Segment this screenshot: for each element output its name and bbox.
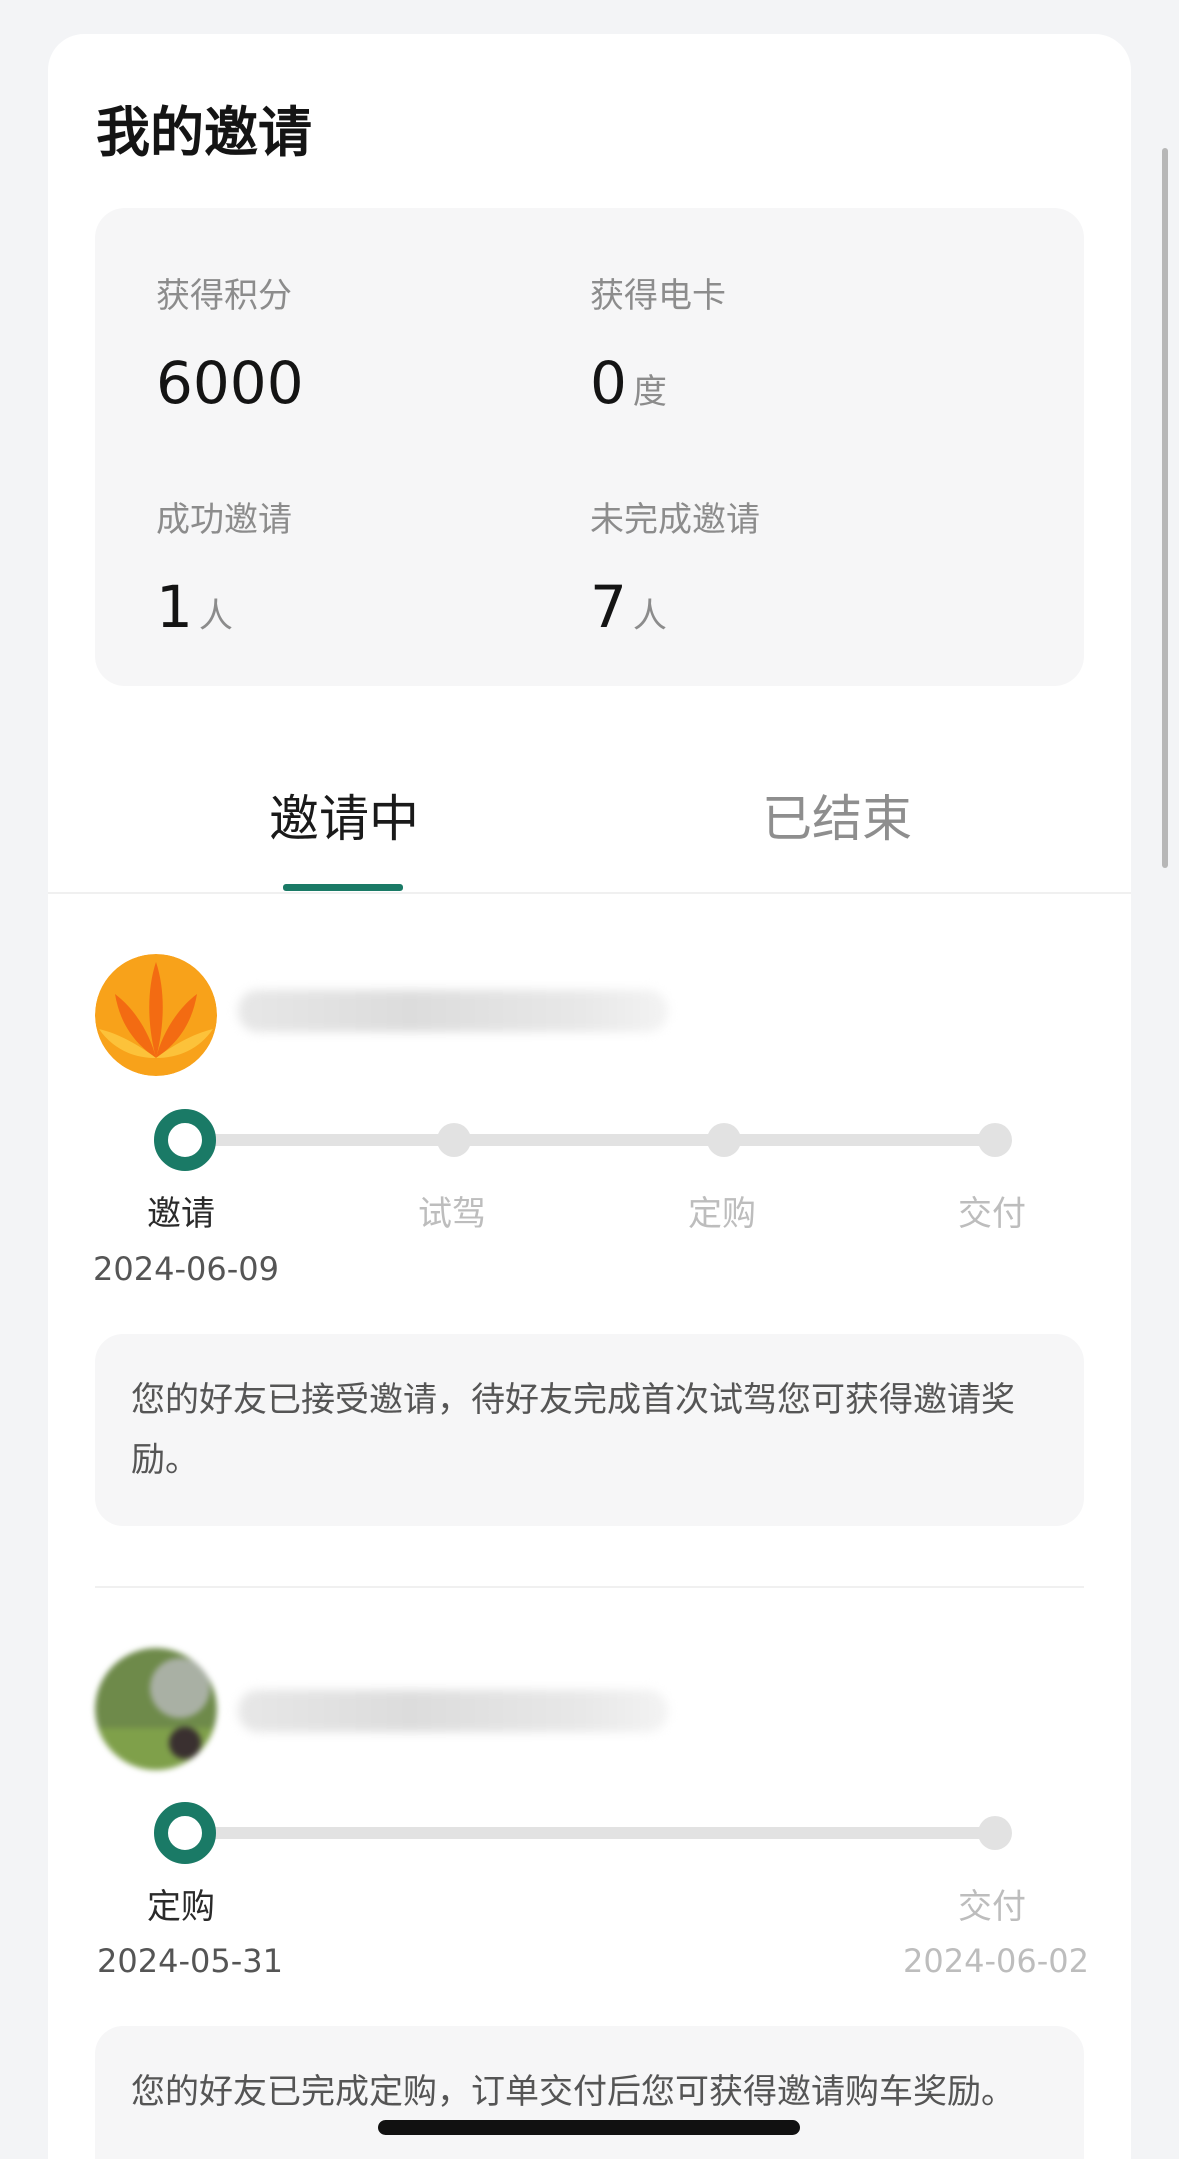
step-dot-active xyxy=(154,1802,216,1864)
step-label-delivery: 交付 xyxy=(958,1887,1026,1927)
stat-successful-invites: 成功邀请 1人 xyxy=(156,498,292,657)
tabs-divider xyxy=(48,892,1131,894)
step-label-delivery: 交付 xyxy=(958,1194,1026,1234)
progress-track xyxy=(185,1134,995,1146)
step-dot xyxy=(978,1816,1012,1850)
stat-charge-card: 获得电卡 0度 xyxy=(590,274,726,433)
stat-unit: 度 xyxy=(632,372,667,412)
stat-points: 获得积分 6000 xyxy=(156,274,304,433)
stat-value-row: 7人 xyxy=(590,572,760,657)
step-dot xyxy=(437,1123,471,1157)
invite-divider xyxy=(95,1586,1084,1588)
step-label-order: 定购 xyxy=(147,1887,215,1927)
stat-label: 成功邀请 xyxy=(156,500,292,540)
step-date: 2024-05-31 xyxy=(97,1942,283,1980)
stat-label: 获得积分 xyxy=(156,276,292,316)
tab-inviting[interactable]: 邀请中 xyxy=(269,786,419,852)
flower-avatar-icon xyxy=(95,954,217,1076)
stat-pending-invites: 未完成邀请 7人 xyxy=(590,498,760,657)
stat-unit: 人 xyxy=(198,596,233,636)
home-indicator[interactable] xyxy=(378,2120,800,2135)
step-dot xyxy=(707,1123,741,1157)
stat-label: 获得电卡 xyxy=(590,276,726,316)
friend-name-redacted xyxy=(238,990,668,1032)
active-tab-indicator xyxy=(283,884,403,891)
invite-status-message: 您的好友已接受邀请，待好友完成首次试驾您可获得邀请奖励。 xyxy=(95,1334,1084,1526)
stat-value-row: 1人 xyxy=(156,572,292,657)
stat-label: 未完成邀请 xyxy=(590,500,760,540)
stat-value: 6000 xyxy=(156,349,304,417)
step-dot xyxy=(978,1123,1012,1157)
stats-panel: 获得积分 6000 获得电卡 0度 成功邀请 1人 未完成邀请 7人 xyxy=(95,208,1084,686)
stat-value: 0 xyxy=(590,349,627,417)
stat-value: 1 xyxy=(156,573,193,641)
avatar xyxy=(95,954,217,1076)
step-date: 2024-06-09 xyxy=(93,1250,279,1288)
scrollbar[interactable] xyxy=(1162,148,1168,868)
progress-track xyxy=(185,1827,995,1839)
stat-value-row: 6000 xyxy=(156,348,304,433)
photo-avatar-icon xyxy=(95,1648,217,1770)
stat-value-row: 0度 xyxy=(590,348,726,433)
friend-name-redacted xyxy=(238,1690,668,1732)
step-label-order: 定购 xyxy=(688,1194,756,1234)
stat-value: 7 xyxy=(590,573,627,641)
step-dot-active xyxy=(154,1109,216,1171)
page-title: 我的邀请 xyxy=(96,101,312,164)
avatar xyxy=(95,1648,217,1770)
invite-status-message: 您的好友已完成定购，订单交付后您可获得邀请购车奖励。 xyxy=(95,2026,1084,2159)
tab-ended[interactable]: 已结束 xyxy=(762,786,912,852)
step-date: 2024-06-02 xyxy=(903,1942,1089,1980)
step-label-invite: 邀请 xyxy=(147,1194,215,1234)
step-label-test-drive: 试驾 xyxy=(418,1194,486,1234)
stat-unit: 人 xyxy=(632,596,667,636)
